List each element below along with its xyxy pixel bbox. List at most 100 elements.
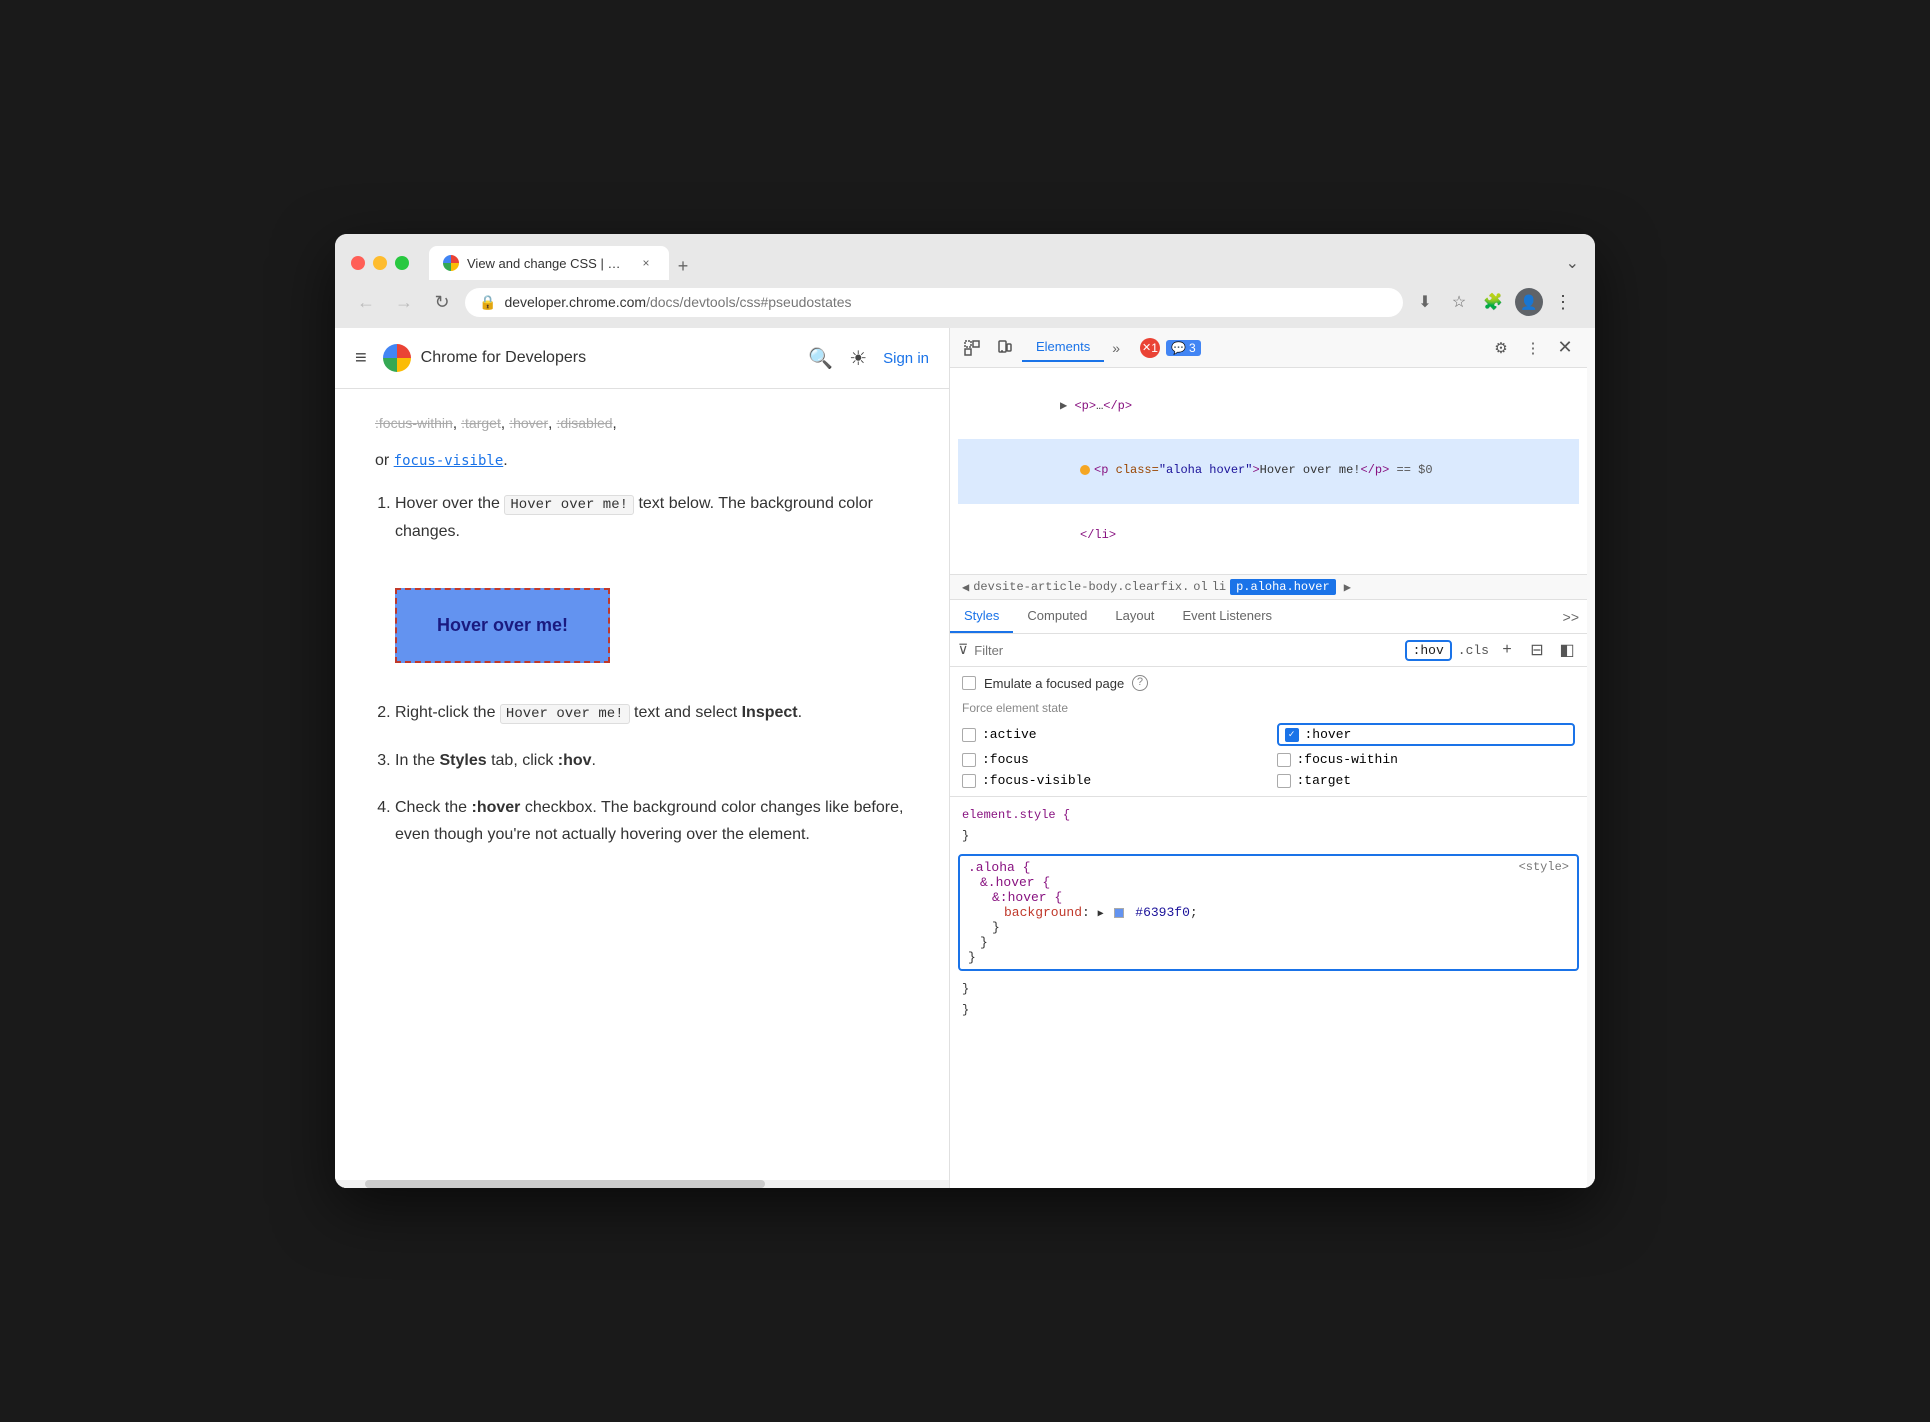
computed-tab[interactable]: Computed	[1013, 600, 1101, 633]
maximize-window-button[interactable]	[395, 256, 409, 270]
hamburger-icon[interactable]: ≡	[355, 347, 367, 370]
info-icon[interactable]: ?	[1132, 675, 1148, 691]
focus-visible-checkbox[interactable]	[962, 774, 976, 788]
color-swatch-icon[interactable]	[1114, 908, 1124, 918]
devtools-scrollbar[interactable]	[1587, 328, 1595, 1188]
hov-badge[interactable]: :hov	[1405, 640, 1452, 661]
css-rules-area: element.style { } <style> .aloha { &.hov…	[950, 797, 1587, 1188]
tabs-row: View and change CSS | Chr… × +	[429, 246, 1554, 280]
reload-button[interactable]: ↻	[427, 287, 457, 317]
hover-demo-box[interactable]: Hover over me!	[395, 588, 610, 663]
warning-badge: 💬 3	[1166, 340, 1201, 356]
close-window-button[interactable]	[351, 256, 365, 270]
hover-checkbox[interactable]	[1285, 728, 1299, 742]
browser-content: ≡ Chrome for Developers 🔍 ☀ Sign in :foc…	[335, 328, 1595, 1188]
focus-visible-link[interactable]: focus-visible	[394, 453, 504, 469]
sign-in-button[interactable]: Sign in	[883, 350, 929, 367]
element-style-selector: element.style {	[962, 808, 1070, 822]
dom-line-2-selected[interactable]: <p class="aloha hover">Hover over me!</p…	[958, 439, 1579, 504]
list-item: Right-click the Hover over me! text and …	[395, 699, 909, 727]
devtools-menu-button[interactable]: ⋮	[1519, 334, 1547, 362]
search-button[interactable]: 🔍	[808, 346, 833, 371]
dom-panel: ▶ <p>…</p> <p class="aloha hover">Hover …	[950, 368, 1587, 575]
state-focus-within-item: :focus-within	[1277, 752, 1576, 767]
dom-breadcrumb: ◀ devsite-article-body.clearfix. ol li p…	[950, 575, 1587, 600]
element-style-rule: element.style { }	[950, 801, 1587, 850]
list-text-2: Right-click the Hover over me! text and …	[395, 704, 802, 721]
layout-button[interactable]: ◧	[1555, 638, 1579, 662]
filter-input[interactable]	[974, 643, 1398, 658]
menu-button[interactable]: ⋮	[1547, 286, 1579, 318]
minimize-window-button[interactable]	[373, 256, 387, 270]
warning-icon: 💬	[1171, 341, 1186, 355]
more-style-tabs-button[interactable]: >>	[1555, 605, 1587, 629]
layout-tab[interactable]: Layout	[1101, 600, 1168, 633]
styles-tab[interactable]: Styles	[950, 600, 1013, 633]
address-actions: ⬇ ☆ 🧩	[1411, 288, 1507, 316]
devtools-tabs: Elements »	[1022, 333, 1128, 362]
profile-button[interactable]: 👤	[1515, 288, 1543, 316]
inspect-element-tool[interactable]	[958, 334, 986, 362]
aloha-rule-block: <style> .aloha { &.hover { &:hover { bac…	[958, 854, 1579, 971]
horizontal-scrollbar[interactable]	[335, 1180, 949, 1188]
toggle-style-button[interactable]: ⊟	[1525, 638, 1549, 662]
breadcrumb-right-arrow[interactable]: ▶	[1340, 580, 1355, 595]
back-button[interactable]: ←	[351, 287, 381, 317]
breadcrumb-item-4-selected[interactable]: p.aloha.hover	[1230, 579, 1336, 595]
emulate-label: Emulate a focused page	[984, 676, 1124, 691]
more-tabs-button[interactable]: »	[1104, 336, 1128, 360]
dom-line-1: ▶ <p>…</p>	[958, 374, 1579, 439]
chevron-down-icon[interactable]: ⌄	[1566, 253, 1579, 273]
event-listeners-tab[interactable]: Event Listeners	[1168, 600, 1286, 633]
breadcrumb-item-2[interactable]: ol	[1193, 580, 1207, 594]
article-or-text: or focus-visible.	[375, 447, 909, 474]
list-text-4: Check the :hover checkbox. The backgroun…	[395, 799, 903, 843]
hover-nested-close: }	[968, 935, 988, 950]
add-style-button[interactable]: +	[1495, 638, 1519, 662]
forward-button[interactable]: →	[389, 287, 419, 317]
cls-label[interactable]: .cls	[1458, 643, 1489, 658]
instruction-list: Hover over the Hover over me! text below…	[395, 490, 909, 848]
breadcrumb-item-3[interactable]: li	[1212, 580, 1226, 594]
state-active-item: :active	[962, 723, 1261, 746]
active-checkbox[interactable]	[962, 728, 976, 742]
device-emulation-tool[interactable]	[990, 334, 1018, 362]
filter-icon: ⊽	[958, 642, 968, 659]
cast-button[interactable]: ⬇	[1411, 288, 1439, 316]
focus-checkbox[interactable]	[962, 753, 976, 767]
address-bar[interactable]: 🔒 developer.chrome.com/docs/devtools/css…	[465, 288, 1403, 317]
settings-button[interactable]: ⚙	[1487, 334, 1515, 362]
focus-within-checkbox[interactable]	[1277, 753, 1291, 767]
breadcrumb-left-arrow[interactable]: ◀	[958, 580, 973, 595]
aloha-close: }	[968, 950, 976, 965]
new-tab-button[interactable]: +	[669, 252, 697, 280]
site-header: ≡ Chrome for Developers 🔍 ☀ Sign in	[335, 328, 949, 389]
elements-tab[interactable]: Elements	[1022, 333, 1104, 362]
property-expand-icon[interactable]: ▶	[1098, 908, 1104, 920]
devtools-toolbar-end: ⚙ ⋮ ✕	[1487, 334, 1579, 362]
list-text-3: In the Styles tab, click :hov.	[395, 752, 596, 769]
devtools-close-button[interactable]: ✕	[1551, 334, 1579, 362]
theme-toggle-button[interactable]: ☀	[849, 346, 867, 371]
background-property: background: ▶ #6393f0;	[968, 905, 1198, 920]
list-item: Hover over the Hover over me! text below…	[395, 490, 909, 679]
style-source[interactable]: <style>	[1519, 860, 1569, 874]
orange-dot-icon	[1080, 465, 1090, 475]
state-hover-item: :hover	[1277, 723, 1576, 746]
hover-code-2: Hover over me!	[500, 704, 630, 724]
tab-close-button[interactable]: ×	[637, 254, 655, 272]
hover-nested-selector: &.hover {	[968, 875, 1050, 890]
active-tab[interactable]: View and change CSS | Chr… ×	[429, 246, 669, 280]
element-style-close: }	[962, 829, 969, 843]
emulate-checkbox[interactable]	[962, 676, 976, 690]
inspect-bold: Inspect	[742, 704, 798, 721]
extensions-button[interactable]: 🧩	[1479, 288, 1507, 316]
title-bar: View and change CSS | Chr… × + ⌄	[335, 234, 1595, 280]
breadcrumb-item-1[interactable]: devsite-article-body.clearfix.	[973, 580, 1189, 594]
target-checkbox[interactable]	[1277, 774, 1291, 788]
hover-pseudo-selector: &:hover {	[968, 890, 1062, 905]
focus-within-label: :focus-within	[1297, 752, 1398, 767]
site-logo: Chrome for Developers	[383, 344, 586, 372]
hover-label: :hover	[1305, 727, 1352, 742]
bookmark-button[interactable]: ☆	[1445, 288, 1473, 316]
